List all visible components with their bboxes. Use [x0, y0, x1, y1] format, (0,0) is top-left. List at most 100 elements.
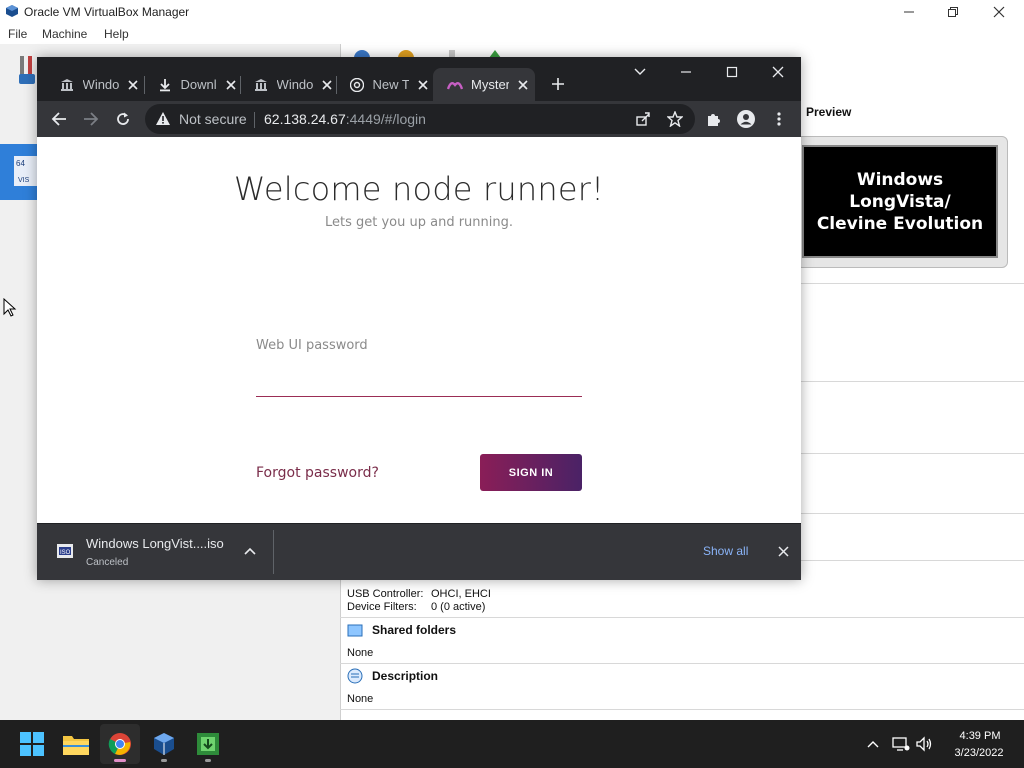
svg-text:64: 64 [16, 159, 25, 168]
preview-label: Preview [806, 105, 852, 119]
forgot-password-link[interactable]: Forgot password? [256, 465, 379, 481]
close-icon [772, 66, 784, 78]
menu-file[interactable]: File [8, 27, 27, 41]
show-hidden-icons-button[interactable] [864, 735, 882, 753]
vbox-titlebar: Oracle VM VirtualBox Manager [0, 0, 1024, 24]
volume-icon[interactable] [916, 735, 934, 753]
divider [254, 112, 255, 128]
tab-label: Windows [276, 77, 314, 92]
vbox-minimize-button[interactable] [886, 0, 932, 24]
close-icon [418, 79, 428, 90]
chrome-icon [108, 733, 131, 755]
preview-text-line1: Windows LongVista/ [849, 169, 951, 212]
reload-button[interactable] [109, 105, 137, 133]
new-tab-button[interactable] [544, 70, 572, 98]
tab-strip: Windows Download Windows [37, 57, 801, 101]
download-bar-close-button[interactable] [775, 543, 791, 559]
download-bar: ISO Windows LongVist....iso Canceled Sho… [37, 523, 801, 580]
chrome-menu-button[interactable] [765, 105, 793, 133]
chrome-minimize-button[interactable] [663, 57, 709, 87]
close-icon [226, 79, 236, 90]
chrome-close-button[interactable] [755, 57, 801, 87]
tab-windows-1[interactable]: Windows [45, 68, 141, 101]
download-filename[interactable]: Windows LongVist....iso [86, 536, 224, 551]
tab-close-button[interactable] [223, 77, 239, 93]
preview-text-line2: Clevine Evolution [816, 213, 984, 234]
forward-button[interactable] [77, 105, 105, 133]
tab-windows-2[interactable]: Windows [239, 68, 335, 101]
url-host: 62.138.24.67 [264, 111, 346, 127]
usb-controller-label: USB Controller: [347, 588, 424, 600]
tab-label: Download [180, 77, 218, 92]
tab-search-button[interactable] [617, 57, 663, 87]
chevron-up-icon [244, 547, 256, 555]
network-icon[interactable] [892, 735, 910, 753]
app-green-taskbar-button[interactable] [188, 724, 228, 764]
clock-date[interactable]: 3/23/2022 [946, 747, 1012, 759]
vm-list-item-selected[interactable]: 64 VIS [0, 144, 40, 200]
active-indicator [114, 759, 126, 762]
chrome-maximize-button[interactable] [709, 57, 755, 87]
vbox-restore-button[interactable] [930, 0, 976, 24]
mouse-cursor-icon [3, 298, 17, 317]
divider [273, 530, 274, 574]
windows-taskbar: 4:39 PM 3/23/2022 [0, 720, 1024, 768]
download-icon [157, 77, 173, 93]
tab-close-button[interactable] [415, 77, 431, 93]
mysterium-icon [447, 77, 463, 93]
shared-folders-title[interactable]: Shared folders [372, 623, 456, 637]
show-all-downloads-link[interactable]: Show all [703, 544, 748, 558]
file-explorer-button[interactable] [56, 724, 96, 764]
close-icon [777, 545, 789, 557]
tab-label: Windows [82, 77, 120, 92]
chrome-window: Windows Download Windows [37, 57, 801, 580]
password-input[interactable] [256, 359, 582, 397]
description-value: None [347, 693, 374, 705]
svg-text:ISO: ISO [60, 550, 71, 556]
chrome-taskbar-button[interactable] [100, 724, 140, 764]
tab-label: Mysterium [471, 77, 509, 92]
folder-icon [63, 736, 89, 755]
description-title[interactable]: Description [372, 669, 438, 683]
profile-button[interactable] [732, 105, 760, 133]
url-text[interactable]: 62.138.24.67:4449/#/login [264, 111, 426, 127]
address-bar[interactable]: Not secure 62.138.24.67:4449/#/login [145, 104, 695, 134]
security-status-label[interactable]: Not secure [179, 111, 247, 127]
menu-machine[interactable]: Machine [42, 27, 87, 41]
tab-label: New Tab [372, 77, 410, 92]
share-icon[interactable] [635, 111, 651, 127]
menu-help[interactable]: Help [104, 27, 129, 41]
green-app-icon [197, 733, 219, 755]
tab-mysterium-active[interactable]: Mysterium [433, 68, 535, 101]
clock-time[interactable]: 4:39 PM [950, 730, 1010, 742]
back-button[interactable] [45, 105, 73, 133]
tab-close-button[interactable] [125, 77, 141, 93]
chevron-up-icon [867, 741, 879, 748]
web-page-login: Welcome node runner! Lets get you up and… [37, 137, 801, 523]
tab-new-tab[interactable]: New Tab [335, 68, 431, 101]
download-options-button[interactable] [241, 542, 259, 560]
restore-icon [948, 7, 958, 17]
device-filters-label: Device Filters: [347, 601, 417, 613]
description-icon [347, 668, 363, 684]
password-label: Web UI password [256, 338, 368, 353]
tab-close-button[interactable] [515, 77, 531, 93]
chrome-toolbar: Not secure 62.138.24.67:4449/#/login [37, 101, 801, 137]
start-button[interactable] [12, 724, 52, 764]
shared-folders-icon [347, 624, 363, 637]
avatar-icon [737, 110, 755, 128]
sign-in-button[interactable]: SIGN IN [480, 454, 582, 491]
chrome-icon [349, 77, 365, 93]
warning-icon[interactable] [155, 111, 171, 127]
virtualbox-taskbar-button[interactable] [144, 724, 184, 764]
running-indicator [161, 759, 167, 762]
bookmark-star-icon[interactable] [667, 111, 683, 127]
extensions-button[interactable] [700, 105, 728, 133]
chevron-down-icon [634, 68, 646, 75]
close-icon [993, 6, 1005, 18]
vbox-close-button[interactable] [976, 0, 1022, 24]
bank-icon [59, 77, 75, 93]
tab-close-button[interactable] [319, 77, 335, 93]
divider [340, 663, 1024, 664]
tab-download[interactable]: Download [143, 68, 239, 101]
